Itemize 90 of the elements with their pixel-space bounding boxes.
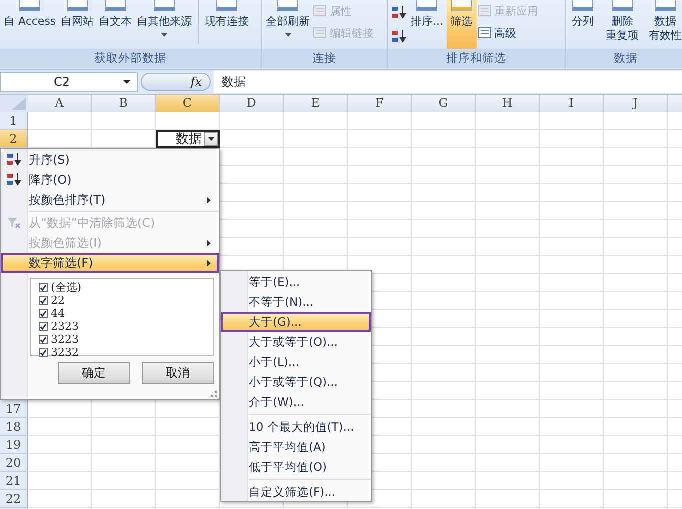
checkbox[interactable] xyxy=(39,296,48,305)
column-header[interactable]: A xyxy=(28,95,92,112)
checkbox-label: 22 xyxy=(51,294,65,307)
menu-item[interactable]: 数字筛选(F) xyxy=(1,253,219,273)
formula-field[interactable]: 数据 xyxy=(214,71,682,93)
group-label: 数据 xyxy=(566,49,682,68)
caret-icon xyxy=(284,33,292,37)
menu-item[interactable]: 等于(E)... xyxy=(221,272,371,292)
menu-item[interactable]: 降序(O) xyxy=(1,170,219,190)
caret-icon xyxy=(161,33,168,37)
checkbox[interactable] xyxy=(39,348,48,357)
menu-item[interactable]: 大于或等于(O)... xyxy=(221,332,371,352)
menu-item[interactable]: 小于或等于(Q)... xyxy=(221,372,371,392)
document-icon xyxy=(275,0,301,12)
table-cell[interactable]: 数据 xyxy=(156,130,220,148)
caret-icon xyxy=(123,80,131,84)
dialog-button[interactable]: 确定 xyxy=(58,362,130,384)
menu-item[interactable]: 升序(S) xyxy=(1,150,219,170)
sort-descending-icon xyxy=(6,172,22,188)
checkbox-label: 3232 xyxy=(51,346,79,359)
column-header[interactable]: H xyxy=(476,95,540,112)
document-icon xyxy=(17,0,44,12)
group-label: 获取外部数据 xyxy=(0,49,261,68)
ribbon-button[interactable]: 高级 xyxy=(478,24,538,42)
filter-dropdown-button[interactable] xyxy=(204,132,218,146)
column-header[interactable]: E xyxy=(284,95,348,112)
cell-value: 数据 xyxy=(176,131,203,148)
ribbon-button[interactable]: 分列 xyxy=(568,0,598,49)
column-header[interactable]: C xyxy=(156,95,220,112)
ribbon-button[interactable]: 全部刷新 xyxy=(264,0,312,49)
resize-grip-icon xyxy=(211,391,217,397)
ribbon-button[interactable]: 自其他来源 xyxy=(135,0,194,49)
ribbon-button[interactable]: 自 Access xyxy=(2,0,58,49)
list-icon xyxy=(313,5,327,17)
document-icon xyxy=(570,0,596,12)
checkbox[interactable] xyxy=(39,309,48,318)
name-box[interactable]: C2 xyxy=(0,72,138,92)
menu-item[interactable]: 小于(L)... xyxy=(221,352,371,372)
menu-item[interactable]: 高于平均值(A) xyxy=(221,437,371,457)
ribbon-button[interactable]: 自网站 xyxy=(59,0,96,49)
dialog-button[interactable]: 取消 xyxy=(142,362,214,384)
column-header[interactable]: G xyxy=(412,95,476,112)
submenu-arrow-icon xyxy=(207,260,211,266)
column-header[interactable]: B xyxy=(92,95,156,112)
sort-ascending-icon xyxy=(6,152,22,168)
document-icon xyxy=(448,0,474,12)
insert-function-button[interactable]: fx xyxy=(141,73,211,91)
document-icon xyxy=(652,0,678,12)
column-header[interactable]: J xyxy=(604,95,668,112)
checkbox[interactable] xyxy=(39,335,48,344)
ribbon-button[interactable]: 排序... xyxy=(409,0,446,49)
checkbox-label: 3223 xyxy=(51,333,79,346)
sort-ascending-icon xyxy=(391,5,407,21)
checkbox-label: 44 xyxy=(51,307,65,320)
column-header[interactable]: I xyxy=(540,95,604,112)
checkbox[interactable] xyxy=(39,322,48,331)
column-header[interactable]: F xyxy=(348,95,412,112)
clear-filter-icon xyxy=(7,216,21,230)
document-icon xyxy=(414,0,440,12)
document-icon xyxy=(610,0,636,12)
row-header[interactable]: 2 xyxy=(0,130,28,148)
list-icon xyxy=(478,5,492,17)
document-icon xyxy=(102,0,129,12)
submenu-arrow-icon xyxy=(207,196,211,204)
ribbon-button[interactable]: 自文本 xyxy=(97,0,134,49)
list-icon xyxy=(313,27,327,39)
menu-item[interactable]: 10 个最大的值(T)... xyxy=(221,417,371,437)
checkbox[interactable] xyxy=(39,283,48,292)
menu-item[interactable]: 自定义筛选(F)... xyxy=(221,482,371,502)
ribbon-button[interactable]: 数据 有效性 xyxy=(647,0,682,49)
ribbon-button[interactable]: 筛选 xyxy=(446,0,476,49)
ribbon-button[interactable]: 删除 重复项 xyxy=(604,0,641,49)
menu-item[interactable]: 按颜色排序(T) xyxy=(1,190,219,210)
submenu-arrow-icon xyxy=(207,240,211,246)
menu-item[interactable]: 介于(W)... xyxy=(221,392,371,412)
checkbox-label: (全选) xyxy=(51,280,82,295)
list-icon xyxy=(478,27,492,39)
menu-item[interactable]: 大于(G)... xyxy=(221,312,371,332)
column-header[interactable]: D xyxy=(220,95,284,112)
ribbon-button[interactable]: 现有连接 xyxy=(203,0,252,49)
sort-descending-icon xyxy=(391,29,407,45)
checkbox-label: 2323 xyxy=(51,320,79,333)
document-icon xyxy=(152,0,178,12)
caret-icon xyxy=(208,137,214,141)
document-icon xyxy=(64,0,91,12)
document-icon xyxy=(214,0,240,12)
group-label: 排序和筛选 xyxy=(388,49,565,68)
group-label: 连接 xyxy=(262,49,387,68)
menu-item[interactable]: 不等于(N)... xyxy=(221,292,371,312)
menu-item[interactable]: 低于平均值(O) xyxy=(221,457,371,477)
